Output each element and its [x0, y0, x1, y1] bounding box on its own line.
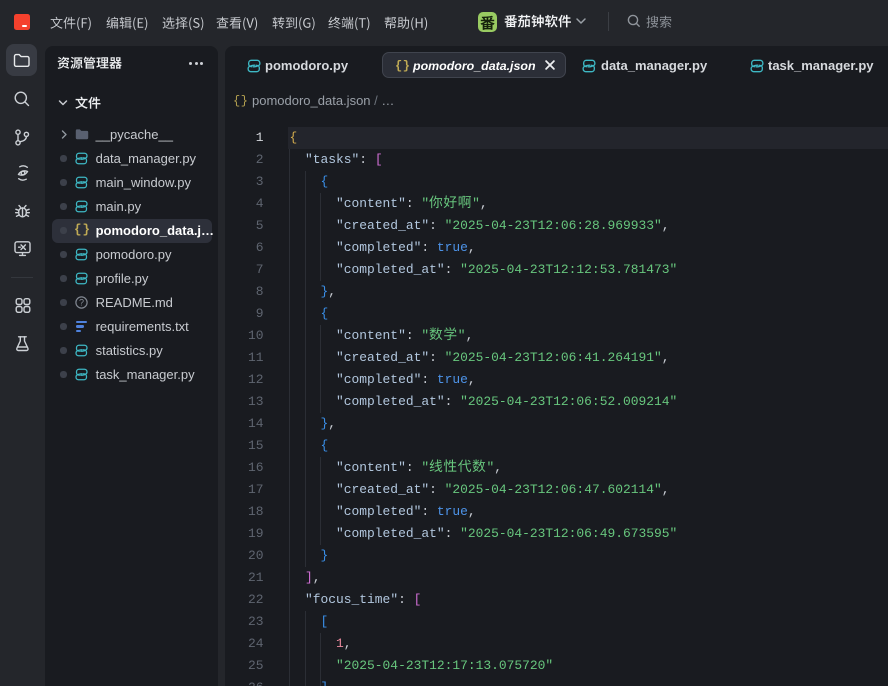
svg-text:?: ? — [79, 298, 84, 308]
